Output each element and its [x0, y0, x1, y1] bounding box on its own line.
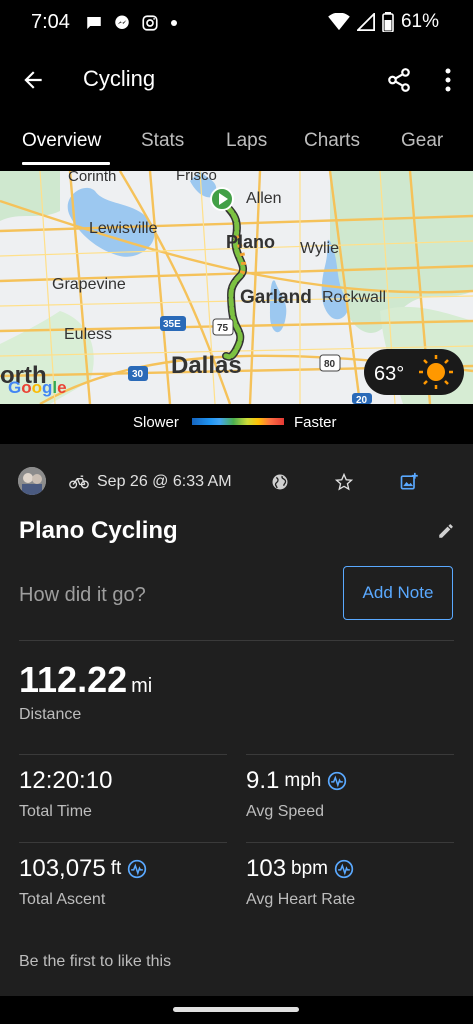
map-label-wylie: Wylie	[300, 240, 339, 257]
status-right: 61%	[328, 11, 439, 33]
speed-gradient-bar	[192, 418, 284, 425]
distance-value-row: 112.22 mi	[19, 659, 152, 701]
pulse-chart-icon[interactable]	[127, 859, 147, 879]
route-map[interactable]: 35E 75 80 30 20 Corinth Frisco Allen Lew…	[0, 171, 473, 404]
map-label-lewisville: Lewisville	[89, 220, 158, 237]
map-label-grapevine: Grapevine	[52, 276, 126, 293]
status-time: 7:04	[31, 11, 70, 33]
more-vert-icon[interactable]	[438, 67, 458, 93]
tab-overview[interactable]: Overview	[22, 130, 101, 152]
total-time-label: Total Time	[19, 803, 92, 820]
map-label-plano: Plano	[226, 232, 275, 252]
distance-unit: mi	[131, 675, 153, 697]
back-arrow-icon[interactable]	[20, 67, 46, 93]
legend-faster: Faster	[294, 414, 337, 431]
map-label-garland: Garland	[240, 287, 312, 308]
total-ascent-unit: ft	[110, 858, 122, 879]
distance-label: Distance	[19, 706, 82, 723]
chat-bubble-icon	[87, 17, 101, 29]
pulse-chart-icon[interactable]	[334, 859, 354, 879]
activity-meta-row: Sep 26 @ 6:33 AM	[0, 456, 473, 496]
map-label-corinth: Corinth	[68, 171, 116, 185]
tab-laps[interactable]: Laps	[226, 130, 267, 152]
wifi-icon	[328, 13, 350, 31]
divider	[246, 842, 454, 843]
notification-icons	[85, 14, 179, 32]
total-ascent-label: Total Ascent	[19, 891, 106, 908]
edit-pencil-icon[interactable]	[437, 522, 455, 540]
svg-text:80: 80	[324, 359, 336, 370]
map-label-dallas: Dallas	[171, 352, 242, 379]
pulse-chart-icon[interactable]	[327, 771, 347, 791]
distance-value: 112.22	[19, 659, 128, 700]
note-prompt: How did it go?	[19, 584, 146, 606]
total-time-value: 12:20:10	[19, 767, 113, 794]
tab-gear[interactable]: Gear	[401, 130, 443, 152]
avg-hr-label: Avg Heart Rate	[246, 891, 356, 908]
globe-icon[interactable]	[271, 473, 289, 491]
divider	[19, 640, 454, 641]
svg-text:20: 20	[356, 395, 368, 404]
tab-bar: Overview Stats Laps Charts Gear	[0, 112, 473, 168]
google-logo: Google	[8, 378, 67, 397]
avg-speed-value-row: 9.1 mph	[246, 767, 347, 795]
add-photo-icon[interactable]	[399, 472, 419, 492]
map-label-allen: Allen	[246, 190, 282, 207]
svg-text:35E: 35E	[163, 319, 181, 330]
active-tab-indicator	[22, 162, 110, 165]
avg-speed-value: 9.1	[246, 767, 280, 794]
total-time-value-row: 12:20:10	[19, 767, 112, 795]
bicycle-icon	[69, 475, 89, 489]
battery-percent: 61%	[400, 11, 439, 32]
activity-date: Sep 26 @ 6:33 AM	[97, 473, 232, 490]
dot-icon	[171, 20, 177, 26]
likes-text[interactable]: Be the first to like this	[19, 953, 171, 971]
avg-hr-unit: bpm	[291, 858, 329, 879]
avatar[interactable]	[18, 467, 46, 495]
map-canvas: 35E 75 80 30 20 Corinth Frisco Allen Lew…	[0, 171, 473, 404]
avg-speed-label: Avg Speed	[246, 803, 324, 820]
legend-slower: Slower	[133, 414, 179, 431]
activity-title: Plano Cycling	[19, 517, 178, 544]
total-ascent-value: 103,075	[19, 855, 106, 882]
instagram-icon	[142, 15, 158, 31]
avg-speed-unit: mph	[284, 770, 322, 791]
page-title: Cycling	[83, 66, 156, 91]
svg-text:75: 75	[217, 323, 229, 334]
svg-text:30: 30	[132, 369, 144, 380]
status-bar: 7:04 61%	[0, 0, 473, 48]
star-icon[interactable]	[335, 473, 353, 491]
avg-hr-value: 103	[246, 855, 287, 882]
tab-charts[interactable]: Charts	[304, 130, 360, 152]
divider	[19, 754, 227, 755]
total-ascent-value-row: 103,075 ft	[19, 855, 147, 883]
home-gesture-pill[interactable]	[173, 1007, 299, 1012]
weather-temp: 63°	[374, 363, 404, 385]
battery-icon	[382, 12, 394, 32]
divider	[19, 842, 227, 843]
avg-hr-value-row: 103 bpm	[246, 855, 354, 883]
weather-badge: 63°	[364, 349, 464, 395]
map-label-frisco: Frisco	[176, 171, 217, 184]
divider	[246, 754, 454, 755]
messenger-icon	[115, 15, 129, 29]
map-label-rockwall: Rockwall	[322, 289, 386, 306]
activity-details: Sep 26 @ 6:33 AM Plano Cycling How did i…	[0, 444, 473, 996]
share-icon[interactable]	[386, 67, 412, 93]
add-note-button[interactable]: Add Note	[343, 566, 453, 620]
tab-stats[interactable]: Stats	[141, 130, 184, 152]
app-bar: Cycling	[0, 48, 473, 112]
cell-signal-icon	[356, 13, 375, 31]
start-pin-icon	[210, 187, 234, 211]
map-label-euless: Euless	[64, 326, 112, 343]
